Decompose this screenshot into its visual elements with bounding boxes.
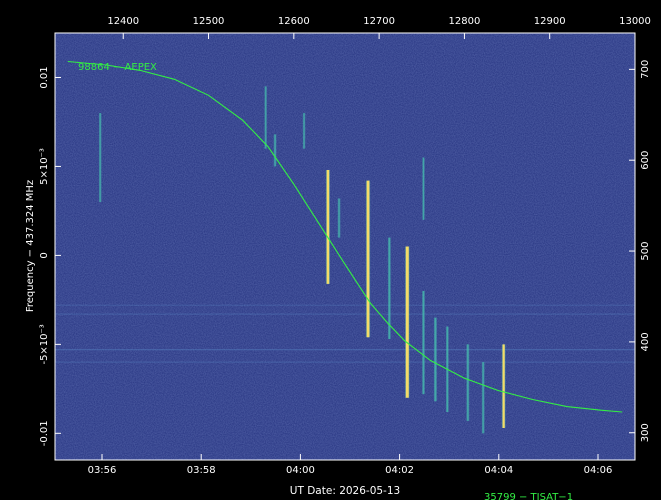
left-tick-label: -0.01: [39, 420, 50, 446]
bottom-tick-label: 03:58: [187, 465, 216, 476]
bottom-tick-label: 04:04: [484, 465, 513, 476]
waterfall-chart: 12400 12500 12600 12700 12800 12900 13000 03:5…: [25, 16, 651, 500]
bottom-tick-label: 04:06: [584, 465, 613, 476]
top-tick-label: 12800: [449, 16, 481, 27]
top-tick-label: 12400: [107, 16, 139, 27]
bottom-tick-label: 04:00: [286, 465, 315, 476]
top-tick-label: 12900: [534, 16, 566, 27]
left-tick-label: -5×10⁻³: [39, 324, 50, 364]
right-tick-label: 300: [640, 423, 651, 442]
right-tick-label: 600: [640, 151, 651, 170]
secondary-series-label: 35799 − TISAT−1: [484, 492, 573, 500]
spectrogram-noise: [55, 33, 635, 460]
y-axis-title: Frequency − 437.324 MHz: [25, 180, 36, 312]
top-tick-label: 12700: [363, 16, 395, 27]
right-tick-label: 500: [640, 241, 651, 260]
top-tick-label: 12600: [278, 16, 310, 27]
top-tick-label: 13000: [619, 16, 651, 27]
x-axis-title: UT Date: 2026-05-13: [290, 485, 400, 497]
right-tick-label: 700: [640, 60, 651, 79]
series-label: 98864 − AEPEX: [78, 62, 157, 73]
left-tick-label: 0: [39, 252, 50, 258]
left-tick-label: 5×10⁻³: [39, 148, 50, 185]
top-tick-label: 12500: [193, 16, 225, 27]
right-tick-label: 400: [640, 332, 651, 351]
bottom-tick-label: 03:56: [88, 465, 117, 476]
plot-area: [54, 32, 636, 461]
bottom-tick-label: 04:02: [385, 465, 414, 476]
left-tick-label: 0.01: [39, 66, 50, 88]
